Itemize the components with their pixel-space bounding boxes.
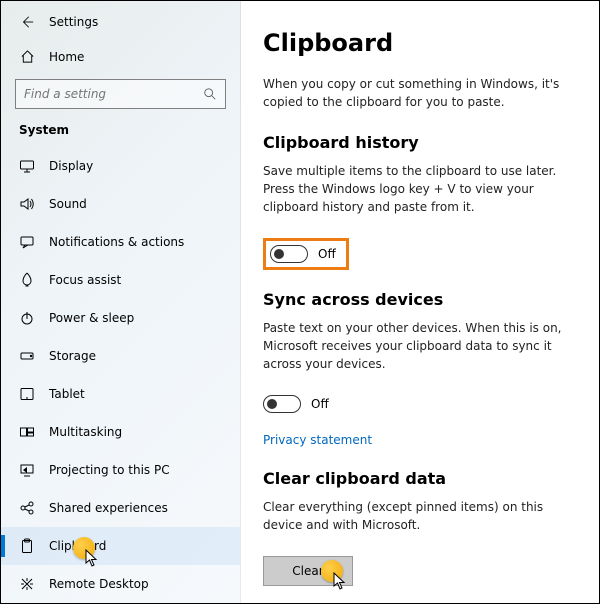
app-title: Settings xyxy=(49,15,98,29)
notifications-icon xyxy=(19,234,35,250)
search-icon xyxy=(203,87,217,101)
back-title-row: Settings xyxy=(1,5,240,38)
privacy-statement-link[interactable]: Privacy statement xyxy=(263,433,372,447)
sync-toggle[interactable] xyxy=(263,395,301,413)
tablet-icon xyxy=(19,386,35,402)
section-clear-heading: Clear clipboard data xyxy=(263,469,577,488)
sidebar: Settings Home System Display Sound Notif… xyxy=(1,1,241,603)
clipboard-history-toggle[interactable] xyxy=(270,245,308,263)
sidebar-item-tablet[interactable]: Tablet xyxy=(1,375,240,413)
sidebar-item-label: Tablet xyxy=(49,387,85,401)
annotation-highlight-box: Off xyxy=(263,238,349,270)
section-history-desc: Save multiple items to the clipboard to … xyxy=(263,162,577,216)
sync-toggle-row: Off xyxy=(263,395,577,413)
sidebar-item-clipboard[interactable]: Clipboard xyxy=(1,527,240,565)
sidebar-item-multitasking[interactable]: Multitasking xyxy=(1,413,240,451)
section-sync-desc: Paste text on your other devices. When t… xyxy=(263,319,577,373)
sidebar-item-label: Display xyxy=(49,159,93,173)
sidebar-item-label: Sound xyxy=(49,197,87,211)
sound-icon xyxy=(19,196,35,212)
storage-icon xyxy=(19,348,35,364)
shared-icon xyxy=(19,500,35,516)
sidebar-item-home[interactable]: Home xyxy=(1,38,240,75)
sidebar-item-label: Clipboard xyxy=(49,539,106,553)
power-icon xyxy=(19,310,35,326)
sidebar-item-label: Remote Desktop xyxy=(49,577,149,591)
sidebar-item-label: Storage xyxy=(49,349,96,363)
search-box[interactable] xyxy=(15,79,226,109)
sidebar-item-storage[interactable]: Storage xyxy=(1,337,240,375)
search-wrap xyxy=(1,75,240,119)
section-history-heading: Clipboard history xyxy=(263,133,577,152)
clear-button[interactable]: Clear xyxy=(263,556,353,586)
sidebar-item-projecting[interactable]: Projecting to this PC xyxy=(1,451,240,489)
sidebar-item-label: Multitasking xyxy=(49,425,122,439)
page-intro: When you copy or cut something in Window… xyxy=(263,75,577,111)
home-label: Home xyxy=(49,50,84,64)
sidebar-group-heading: System xyxy=(1,119,240,147)
sidebar-item-sound[interactable]: Sound xyxy=(1,185,240,223)
main-content: Clipboard When you copy or cut something… xyxy=(241,1,599,603)
projecting-icon xyxy=(19,462,35,478)
sidebar-item-label: Projecting to this PC xyxy=(49,463,170,477)
search-input[interactable] xyxy=(24,87,203,101)
sidebar-item-label: Focus assist xyxy=(49,273,121,287)
focus-assist-icon xyxy=(19,272,35,288)
clipboard-icon xyxy=(19,538,35,554)
sidebar-item-label: Power & sleep xyxy=(49,311,134,325)
remote-desktop-icon xyxy=(19,576,35,592)
sidebar-item-power[interactable]: Power & sleep xyxy=(1,299,240,337)
sidebar-item-label: Notifications & actions xyxy=(49,235,184,249)
sidebar-item-shared[interactable]: Shared experiences xyxy=(1,489,240,527)
page-title: Clipboard xyxy=(263,29,577,57)
sidebar-item-display[interactable]: Display xyxy=(1,147,240,185)
sidebar-list: Display Sound Notifications & actions Fo… xyxy=(1,147,240,603)
clipboard-history-toggle-label: Off xyxy=(318,247,336,261)
sidebar-item-label: Shared experiences xyxy=(49,501,168,515)
sidebar-item-focus-assist[interactable]: Focus assist xyxy=(1,261,240,299)
section-sync-heading: Sync across devices xyxy=(263,290,577,309)
back-icon[interactable] xyxy=(19,14,35,30)
sidebar-item-notifications[interactable]: Notifications & actions xyxy=(1,223,240,261)
sidebar-item-remote-desktop[interactable]: Remote Desktop xyxy=(1,565,240,603)
section-clear-desc: Clear everything (except pinned items) o… xyxy=(263,498,577,534)
multitasking-icon xyxy=(19,424,35,440)
clear-button-label: Clear xyxy=(292,564,323,578)
sync-toggle-label: Off xyxy=(311,397,329,411)
display-icon xyxy=(19,158,35,174)
home-icon xyxy=(19,49,35,65)
